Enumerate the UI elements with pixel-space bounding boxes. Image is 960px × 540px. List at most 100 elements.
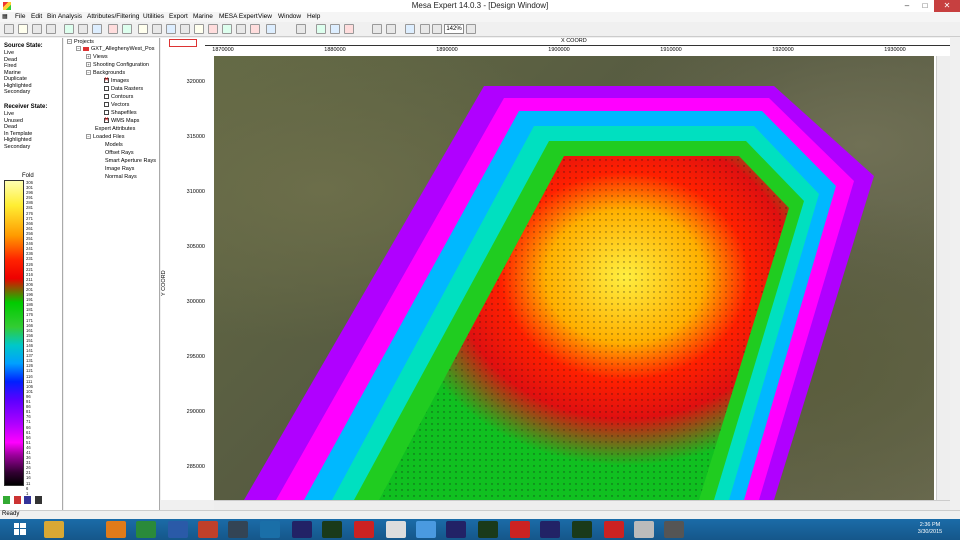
polygon-icon[interactable] bbox=[194, 24, 204, 34]
zoom-extent-icon[interactable] bbox=[466, 24, 476, 34]
xy-zoom-icon[interactable] bbox=[405, 24, 415, 34]
app-icon[interactable] bbox=[322, 521, 342, 538]
probe-icon[interactable] bbox=[316, 24, 326, 34]
checkbox[interactable] bbox=[104, 94, 109, 100]
pan-icon[interactable] bbox=[372, 24, 382, 34]
source-tool-icon[interactable] bbox=[3, 496, 10, 504]
tree-expert-attributes[interactable]: Expert Attributes bbox=[95, 126, 135, 132]
chrome-icon[interactable] bbox=[386, 521, 406, 538]
app-icon[interactable] bbox=[478, 521, 498, 538]
powerpoint-icon[interactable] bbox=[198, 521, 218, 538]
mesa-icon[interactable] bbox=[540, 521, 560, 538]
word-icon[interactable] bbox=[168, 521, 188, 538]
tree-project[interactable]: − GXT_AlleghenyWest_Pos bbox=[76, 46, 155, 52]
bg-vectors[interactable]: Vectors bbox=[104, 102, 129, 108]
receiver-tool-icon[interactable] bbox=[13, 496, 21, 504]
grid-icon[interactable] bbox=[122, 24, 132, 34]
app-icon[interactable] bbox=[260, 521, 280, 538]
collapse-icon[interactable]: − bbox=[86, 134, 91, 140]
collapse-icon[interactable]: − bbox=[76, 46, 81, 52]
info-icon[interactable] bbox=[344, 24, 354, 34]
filter-icon[interactable] bbox=[296, 24, 306, 34]
zoom-level[interactable]: 142% bbox=[444, 24, 464, 34]
system-clock[interactable]: 2:36 PM 3/30/2015 bbox=[900, 522, 960, 536]
expand-icon[interactable]: + bbox=[86, 54, 91, 60]
copy-icon[interactable] bbox=[78, 24, 88, 34]
app-icon[interactable] bbox=[664, 521, 684, 538]
fold-map-svg[interactable] bbox=[214, 56, 934, 500]
vertical-scrollbar[interactable] bbox=[936, 56, 950, 500]
checkbox[interactable] bbox=[104, 116, 109, 124]
tree-root[interactable]: − Projects bbox=[67, 39, 94, 45]
mesa-icon[interactable] bbox=[446, 521, 466, 538]
loaded-normal-rays[interactable]: Normal Rays bbox=[105, 174, 137, 180]
minimize-button[interactable]: – bbox=[898, 0, 916, 12]
mdi-icon[interactable]: ▦ bbox=[2, 13, 8, 20]
bg-wms-maps[interactable]: WMS Maps bbox=[104, 116, 139, 124]
bg-contours[interactable]: Contours bbox=[104, 94, 133, 100]
checkbox[interactable] bbox=[104, 76, 109, 84]
zoom-in-icon[interactable] bbox=[420, 24, 430, 34]
menu-edit[interactable]: Edit bbox=[31, 13, 42, 20]
app-icon[interactable] bbox=[228, 521, 248, 538]
tree-loaded-files[interactable]: − Loaded Files bbox=[86, 134, 125, 140]
excel-icon[interactable] bbox=[136, 521, 156, 538]
layer-icon[interactable] bbox=[222, 24, 232, 34]
checkbox[interactable] bbox=[104, 110, 109, 116]
app-icon[interactable] bbox=[572, 521, 592, 538]
new-icon[interactable] bbox=[4, 24, 14, 34]
fold-map-view[interactable] bbox=[214, 56, 934, 500]
source-icon[interactable] bbox=[138, 24, 148, 34]
save-icon[interactable] bbox=[32, 24, 42, 34]
maximize-button[interactable]: □ bbox=[916, 0, 934, 12]
menu-attributes-filtering[interactable]: Attributes/Filtering bbox=[87, 13, 139, 20]
bg-images[interactable]: Images bbox=[104, 76, 129, 84]
app-icon[interactable] bbox=[634, 521, 654, 538]
display-icon[interactable] bbox=[266, 24, 276, 34]
menu-view[interactable]: View bbox=[258, 13, 272, 20]
menu-export[interactable]: Export bbox=[169, 13, 188, 20]
app-icon[interactable] bbox=[604, 521, 624, 538]
measure-icon[interactable] bbox=[330, 24, 340, 34]
zoom-in-tool-icon[interactable] bbox=[386, 24, 396, 34]
menu-help[interactable]: Help bbox=[307, 13, 320, 20]
expand-icon[interactable]: + bbox=[86, 62, 91, 68]
tree-views[interactable]: + Views bbox=[86, 54, 108, 60]
loaded-image-rays[interactable]: Image Rays bbox=[105, 166, 134, 172]
lync-icon[interactable] bbox=[416, 521, 436, 538]
menu-file[interactable]: File bbox=[15, 13, 25, 20]
layout-icon[interactable] bbox=[108, 24, 118, 34]
template-tool-icon[interactable] bbox=[24, 496, 32, 504]
explorer-icon[interactable] bbox=[44, 521, 64, 538]
open-icon[interactable] bbox=[18, 24, 28, 34]
menu-bin-analysis[interactable]: Bin Analysis bbox=[47, 13, 82, 20]
windows-start-icon[interactable] bbox=[14, 523, 26, 535]
horizontal-scrollbar[interactable] bbox=[214, 500, 950, 510]
cut-icon[interactable] bbox=[64, 24, 74, 34]
menu-window[interactable]: Window bbox=[278, 13, 301, 20]
print-icon[interactable] bbox=[46, 24, 56, 34]
app-icon[interactable] bbox=[354, 521, 374, 538]
app-icon[interactable] bbox=[510, 521, 530, 538]
rectangle-icon[interactable] bbox=[180, 24, 190, 34]
loaded-offset-rays[interactable]: Offset Rays bbox=[105, 150, 134, 156]
attribute-icon[interactable] bbox=[236, 24, 246, 34]
close-button[interactable]: ✕ bbox=[934, 0, 960, 12]
menu-mesa-expert[interactable]: MESA Expert bbox=[219, 13, 258, 20]
loaded-models[interactable]: Models bbox=[105, 142, 123, 148]
mesa-icon[interactable] bbox=[292, 521, 312, 538]
bg-data-rasters[interactable]: Data Rasters bbox=[104, 86, 143, 92]
checkbox[interactable] bbox=[104, 86, 109, 92]
fold-icon[interactable] bbox=[250, 24, 260, 34]
menu-utilities[interactable]: Utilities bbox=[143, 13, 164, 20]
lock-icon[interactable] bbox=[35, 496, 43, 504]
collapse-icon[interactable]: − bbox=[86, 70, 91, 76]
collapse-icon[interactable]: − bbox=[67, 39, 72, 45]
line-icon[interactable] bbox=[208, 24, 218, 34]
select-icon[interactable] bbox=[166, 24, 176, 34]
outlook-icon[interactable] bbox=[106, 521, 126, 538]
paste-icon[interactable] bbox=[92, 24, 102, 34]
receiver-icon[interactable] bbox=[152, 24, 162, 34]
tree-shooting-configuration[interactable]: + Shooting Configuration bbox=[86, 62, 149, 68]
zoom-out-icon[interactable] bbox=[432, 24, 442, 34]
